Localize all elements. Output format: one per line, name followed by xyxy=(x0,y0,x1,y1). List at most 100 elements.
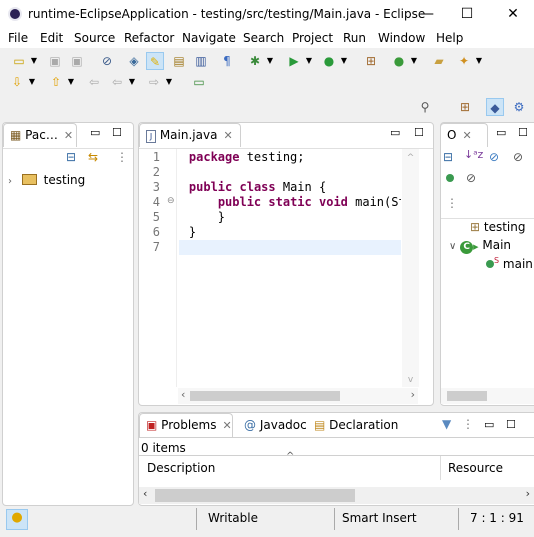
dropdown-arrow-icon[interactable]: ▼ xyxy=(475,52,483,70)
debug-perspective-icon[interactable]: ⚙ xyxy=(510,98,528,116)
minimize-view-icon[interactable]: ▭ xyxy=(90,126,100,139)
last-edit-location-icon[interactable]: ⇦ xyxy=(85,73,103,91)
search-tool-icon[interactable]: ✦ xyxy=(455,52,473,70)
declaration-icon: ▤ xyxy=(314,418,326,432)
dropdown-arrow-icon[interactable]: ▼ xyxy=(305,52,313,70)
vertical-scrollbar[interactable]: ^ v xyxy=(402,149,419,387)
new-icon[interactable]: ▭ xyxy=(10,52,28,70)
dropdown-arrow-icon[interactable]: ▼ xyxy=(128,73,136,91)
fold-collapse-icon[interactable]: ⊖ xyxy=(167,196,175,206)
skip-breakpoints-icon[interactable]: ⊘ xyxy=(98,52,116,70)
outline-item-package[interactable]: ⊞ testing xyxy=(470,220,526,234)
show-whitespace-characters-icon[interactable]: ¶ xyxy=(218,52,236,70)
menu-search[interactable]: Search xyxy=(243,31,284,45)
outline-item-method[interactable]: S main xyxy=(486,256,533,271)
new-package-icon[interactable]: ⊞ xyxy=(362,52,380,70)
package-explorer-icon: ▦ xyxy=(10,128,22,142)
menu-window[interactable]: Window xyxy=(378,31,425,45)
dropdown-arrow-icon[interactable]: ▼ xyxy=(28,73,36,91)
minimize-button[interactable]: — xyxy=(412,4,442,24)
tab-outline[interactable]: O ✕ xyxy=(440,123,488,147)
close-tab-icon[interactable]: ✕ xyxy=(64,129,73,142)
tab-package-explorer[interactable]: ▦ Pac… ✕ xyxy=(3,123,77,147)
minimize-view-icon[interactable]: ▭ xyxy=(484,418,494,431)
tip-lightbulb-icon[interactable]: ● xyxy=(6,509,28,530)
line-number: 5 xyxy=(152,210,160,224)
close-button[interactable]: ✕ xyxy=(498,4,528,24)
view-menu-icon[interactable]: ⋮ xyxy=(462,417,474,431)
menu-edit[interactable]: Edit xyxy=(40,31,63,45)
chevron-right-icon[interactable]: › xyxy=(8,176,12,187)
maximize-view-icon[interactable]: ☐ xyxy=(506,418,516,431)
menu-project[interactable]: Project xyxy=(292,31,333,45)
run-external-tools-icon[interactable]: ● xyxy=(320,52,338,70)
toggle-block-selection-icon[interactable]: ▤ xyxy=(170,52,188,70)
toolbar: ▭ ▼ ▣ ▣ ⊘ ◈ ✎ ▤ ▥ ¶ ✱ ▼ ▶ ▼ ● ▼ ⊞ ● ▼ ▰ ✦ ▼ ⇩ ▼ ⇧ ▼ ⇦ ⇦ ▼ ⇨ ▼ ▭ ⚲ ⊞ ◆ ⚙ xyxy=(0,48,534,120)
link-with-editor-icon[interactable]: ⇆ xyxy=(88,150,98,164)
horizontal-scrollbar[interactable]: ‹ › xyxy=(139,487,534,504)
filter-icon[interactable]: ▼ xyxy=(442,417,451,431)
menu-run[interactable]: Run xyxy=(343,31,366,45)
tree-item-testing[interactable]: › testing xyxy=(8,173,85,187)
minimize-view-icon[interactable]: ▭ xyxy=(496,126,506,139)
maximize-view-icon[interactable]: ☐ xyxy=(518,126,528,139)
collapse-all-icon[interactable]: ⊟ xyxy=(66,150,76,164)
sort-icon[interactable]: ↓ᵃz xyxy=(464,148,483,161)
menu-navigate[interactable]: Navigate xyxy=(182,31,236,45)
forward-icon[interactable]: ⇨ xyxy=(145,73,163,91)
run-icon[interactable]: ▶ xyxy=(285,52,303,70)
hide-nonpublic-icon[interactable] xyxy=(446,174,454,182)
maximize-button[interactable]: ☐ xyxy=(452,4,482,24)
tab-javadoc[interactable]: @ Javadoc xyxy=(244,418,307,432)
dropdown-arrow-icon[interactable]: ▼ xyxy=(340,52,348,70)
maximize-view-icon[interactable]: ☐ xyxy=(112,126,122,139)
dropdown-arrow-icon[interactable]: ▼ xyxy=(67,73,75,91)
maximize-view-icon[interactable]: ☐ xyxy=(414,126,424,139)
search-icon[interactable]: ⚲ xyxy=(416,98,434,116)
tab-declaration[interactable]: ▤ Declaration xyxy=(314,418,398,432)
dropdown-arrow-icon[interactable]: ▼ xyxy=(410,52,418,70)
java-perspective-icon[interactable]: ◆ xyxy=(486,98,504,116)
debug-icon[interactable]: ✱ xyxy=(246,52,264,70)
open-project-icon[interactable]: ▰ xyxy=(430,52,448,70)
column-header-description[interactable]: Description ^ xyxy=(139,451,441,480)
menu-help[interactable]: Help xyxy=(436,31,463,45)
line-number: 7 xyxy=(152,240,160,254)
view-menu-icon[interactable]: ⋮ xyxy=(116,150,128,164)
hide-local-types-icon[interactable]: ⊘ xyxy=(466,171,476,185)
minimize-view-icon[interactable]: ▭ xyxy=(390,126,400,139)
tab-problems[interactable]: ▣ Problems ✕ xyxy=(139,413,233,438)
close-tab-icon[interactable]: ✕ xyxy=(222,419,231,432)
open-perspective-icon[interactable]: ⊞ xyxy=(456,98,474,116)
dropdown-arrow-icon[interactable]: ▼ xyxy=(30,52,38,70)
open-type-hierarchy-icon[interactable]: ◈ xyxy=(125,52,143,70)
horizontal-scrollbar[interactable] xyxy=(441,388,534,404)
back-icon[interactable]: ⇦ xyxy=(108,73,126,91)
code-editor[interactable]: 1 package testing; 2 3 public class Main … xyxy=(146,150,401,385)
close-tab-icon[interactable]: ✕ xyxy=(462,129,471,142)
chevron-down-icon[interactable]: ∨ xyxy=(449,241,456,252)
close-tab-icon[interactable]: ✕ xyxy=(223,129,232,142)
previous-annotation-icon[interactable]: ⇧ xyxy=(47,73,65,91)
dropdown-arrow-icon[interactable]: ▼ xyxy=(266,52,274,70)
menu-refactor[interactable]: Refactor xyxy=(124,31,174,45)
outline-label: testing xyxy=(483,220,526,234)
hide-fields-icon[interactable]: ⊘ xyxy=(489,150,499,164)
hide-static-icon[interactable]: ⊘ xyxy=(513,150,523,164)
dropdown-arrow-icon[interactable]: ▼ xyxy=(165,73,173,91)
save-all-icon[interactable]: ▣ xyxy=(68,52,86,70)
pin-editor-icon[interactable]: ▭ xyxy=(190,73,208,91)
horizontal-scrollbar[interactable]: ‹ › xyxy=(178,388,418,404)
mark-occurrences-icon[interactable]: ✎ xyxy=(146,52,164,70)
show-whitespace-icon[interactable]: ▥ xyxy=(192,52,210,70)
column-header-resource[interactable]: Resource xyxy=(442,456,534,480)
tab-main-java[interactable]: J Main.java ✕ xyxy=(139,123,241,147)
next-annotation-icon[interactable]: ⇩ xyxy=(8,73,26,91)
menu-file[interactable]: File xyxy=(8,31,28,45)
view-menu-icon[interactable]: ⋮ xyxy=(446,196,458,210)
collapse-all-icon[interactable]: ⊟ xyxy=(443,150,453,164)
outline-item-class[interactable]: ∨ C ▶ Main xyxy=(449,238,511,254)
new-class-icon[interactable]: ● xyxy=(390,52,408,70)
save-icon[interactable]: ▣ xyxy=(46,52,64,70)
menu-source[interactable]: Source xyxy=(74,31,115,45)
